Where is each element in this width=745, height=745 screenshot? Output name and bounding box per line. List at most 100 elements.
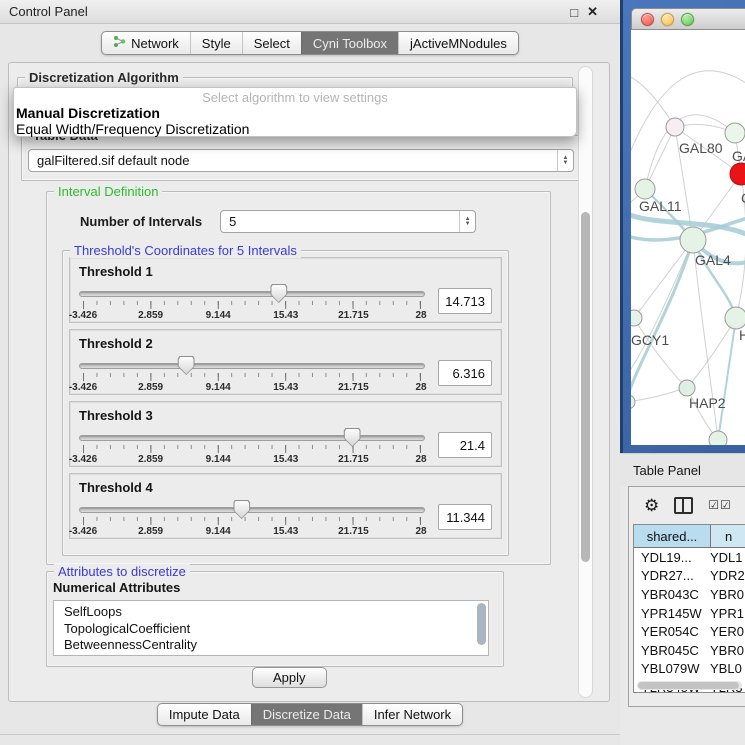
spinner-stepper[interactable]: ▲ ▼ [459, 211, 475, 232]
network-edge [631, 240, 693, 375]
control-panel-titlebar[interactable]: Control Panel □ ✕ [0, 0, 620, 24]
tab-cyni-toolbox[interactable]: Cyni Toolbox [301, 32, 398, 54]
threshold-panel: Threshold 4 -3.4262.8599.14415.4321.71528… [69, 473, 502, 539]
table-data-group: Table Data galFiltered.sif default node … [21, 135, 581, 181]
slider-ticks [83, 373, 421, 381]
network-node[interactable] [709, 431, 727, 445]
table-cell: YER0 [710, 624, 745, 639]
cyni-settings-panel: Discretization Algorithm ▲ ▼ Table Data … [8, 62, 610, 702]
tab-infer-network[interactable]: Infer Network [362, 704, 462, 725]
threshold-value-field[interactable]: 21.4 [438, 432, 492, 458]
node-table: shared... n YDL19...YDL1YDR27...YDR2YBR0… [633, 524, 745, 693]
network-node[interactable] [680, 227, 706, 253]
interval-definition-group: Interval Definition Number of Intervals … [46, 191, 551, 565]
close-traffic-light-icon[interactable] [641, 13, 654, 26]
network-window-titlebar[interactable] [631, 8, 745, 30]
threshold-label: Threshold 2 [79, 336, 492, 351]
tab-label: Discretize Data [263, 707, 351, 722]
table-row[interactable]: YDR27...YDR2 [634, 567, 745, 586]
tab-network[interactable]: Network [102, 32, 190, 54]
table-data-combobox[interactable]: galFiltered.sif default node ▲ ▼ [28, 149, 574, 172]
table-row[interactable]: YER054CYER0 [634, 622, 745, 641]
threshold-value-field[interactable]: 14.713 [438, 288, 492, 314]
float-window-icon[interactable]: □ [570, 5, 578, 20]
network-node[interactable] [666, 118, 684, 136]
table-header-row: shared... n [634, 525, 745, 548]
tab-style[interactable]: Style [190, 32, 242, 54]
num-intervals-label: Number of Intervals [80, 214, 202, 229]
threshold-slider[interactable]: -3.4262.8599.14415.4321.71528 [79, 287, 425, 323]
settings-scrollbar[interactable] [578, 66, 593, 698]
network-node[interactable] [725, 123, 745, 143]
table-cell: YBL0 [710, 661, 745, 676]
tab-label: Select [254, 36, 290, 51]
network-node[interactable] [631, 310, 642, 326]
network-node[interactable] [725, 307, 745, 329]
tab-jactivemnodules[interactable]: jActiveMNodules [398, 32, 518, 54]
scrollbar-thumb[interactable] [581, 212, 590, 562]
tick-label: 2.859 [138, 382, 163, 393]
arrow-down-icon: ▼ [465, 222, 471, 227]
algorithm-option[interactable]: Manual Discretization [14, 105, 576, 121]
tab-discretize-data[interactable]: Discretize Data [251, 704, 362, 725]
threshold-value-field[interactable]: 6.316 [438, 360, 492, 386]
slider-track[interactable] [79, 507, 425, 513]
table-row[interactable]: YBL079WYBL0 [634, 660, 745, 679]
column-header-name[interactable]: n [711, 525, 745, 547]
network-canvas[interactable]: GAL80GACGAL11GAL4GCY1HHAP2 [631, 30, 745, 445]
table-row[interactable]: YDL19...YDL1 [634, 548, 745, 567]
threshold-slider[interactable]: -3.4262.8599.14415.4321.71528 [79, 503, 425, 539]
node-label: GCY1 [631, 332, 669, 348]
attributes-list[interactable]: SelfLoopsTopologicalCoefficientBetweenne… [53, 600, 489, 656]
gear-icon[interactable]: ⚙ [644, 497, 659, 514]
tick-label: 28 [415, 526, 426, 537]
slider-track[interactable] [79, 435, 425, 441]
network-node[interactable] [635, 179, 655, 199]
attribute-item[interactable]: TopologicalCoefficient [64, 621, 488, 638]
table-row[interactable]: YBR043CYBR0 [634, 585, 745, 604]
panel-title: Control Panel [9, 4, 88, 19]
scrollbar-thumb[interactable] [638, 682, 739, 689]
slider-track[interactable] [79, 291, 425, 297]
threshold-label: Threshold 4 [79, 480, 492, 495]
tab-select[interactable]: Select [242, 32, 301, 54]
network-node[interactable] [679, 380, 695, 396]
threshold-slider[interactable]: -3.4262.8599.14415.4321.71528 [79, 359, 425, 395]
tick-label: 21.715 [338, 310, 369, 321]
close-icon[interactable]: ✕ [587, 4, 598, 20]
network-node[interactable] [631, 395, 635, 409]
list-scrollbar[interactable] [477, 603, 486, 645]
tick-label: 9.144 [206, 454, 231, 465]
num-intervals-spinner[interactable]: 5 ▲ ▼ [220, 210, 476, 233]
combo-stepper[interactable]: ▲ ▼ [557, 150, 573, 171]
zoom-traffic-light-icon[interactable] [681, 13, 694, 26]
network-edge [631, 390, 679, 402]
table-panel-titlebar[interactable]: Table Panel [620, 453, 745, 486]
checkbox-icons[interactable]: ☑☑ [708, 498, 732, 512]
minimize-traffic-light-icon[interactable] [661, 13, 674, 26]
attribute-item[interactable]: SelfLoops [64, 604, 488, 621]
threshold-value-field[interactable]: 11.344 [438, 504, 492, 530]
threshold-label: Threshold 1 [79, 264, 492, 279]
table-row[interactable]: YBR045CYBR0 [634, 641, 745, 660]
split-columns-icon[interactable] [674, 497, 693, 514]
network-edge [631, 75, 675, 127]
tick-label: 15.43 [273, 454, 298, 465]
network-node[interactable] [730, 163, 745, 185]
slider-track[interactable] [79, 363, 425, 369]
tick-label: -3.426 [69, 454, 97, 465]
threshold-slider[interactable]: -3.4262.8599.14415.4321.71528 [79, 431, 425, 467]
apply-button[interactable]: Apply [252, 667, 327, 688]
table-row[interactable]: YPR145WYPR1 [634, 604, 745, 623]
tick-label: 9.144 [206, 382, 231, 393]
bottom-tab-bar: Impute Data Discretize Data Infer Networ… [0, 703, 620, 726]
tick-label: 15.43 [273, 310, 298, 321]
table-panel: ⚙ ☑☑ shared... n YDL19...YDL1YDR27...YDR… [628, 486, 745, 707]
table-cell: YBR0 [710, 587, 745, 602]
tab-impute-data[interactable]: Impute Data [158, 704, 251, 725]
table-horizontal-scrollbar[interactable] [637, 681, 742, 690]
combo-value: galFiltered.sif default node [29, 153, 557, 168]
algorithm-option[interactable]: Equal Width/Frequency Discretization [14, 121, 576, 137]
attribute-item[interactable]: BetweennessCentrality [64, 637, 488, 654]
column-header-shared-name[interactable]: shared... [634, 525, 711, 547]
